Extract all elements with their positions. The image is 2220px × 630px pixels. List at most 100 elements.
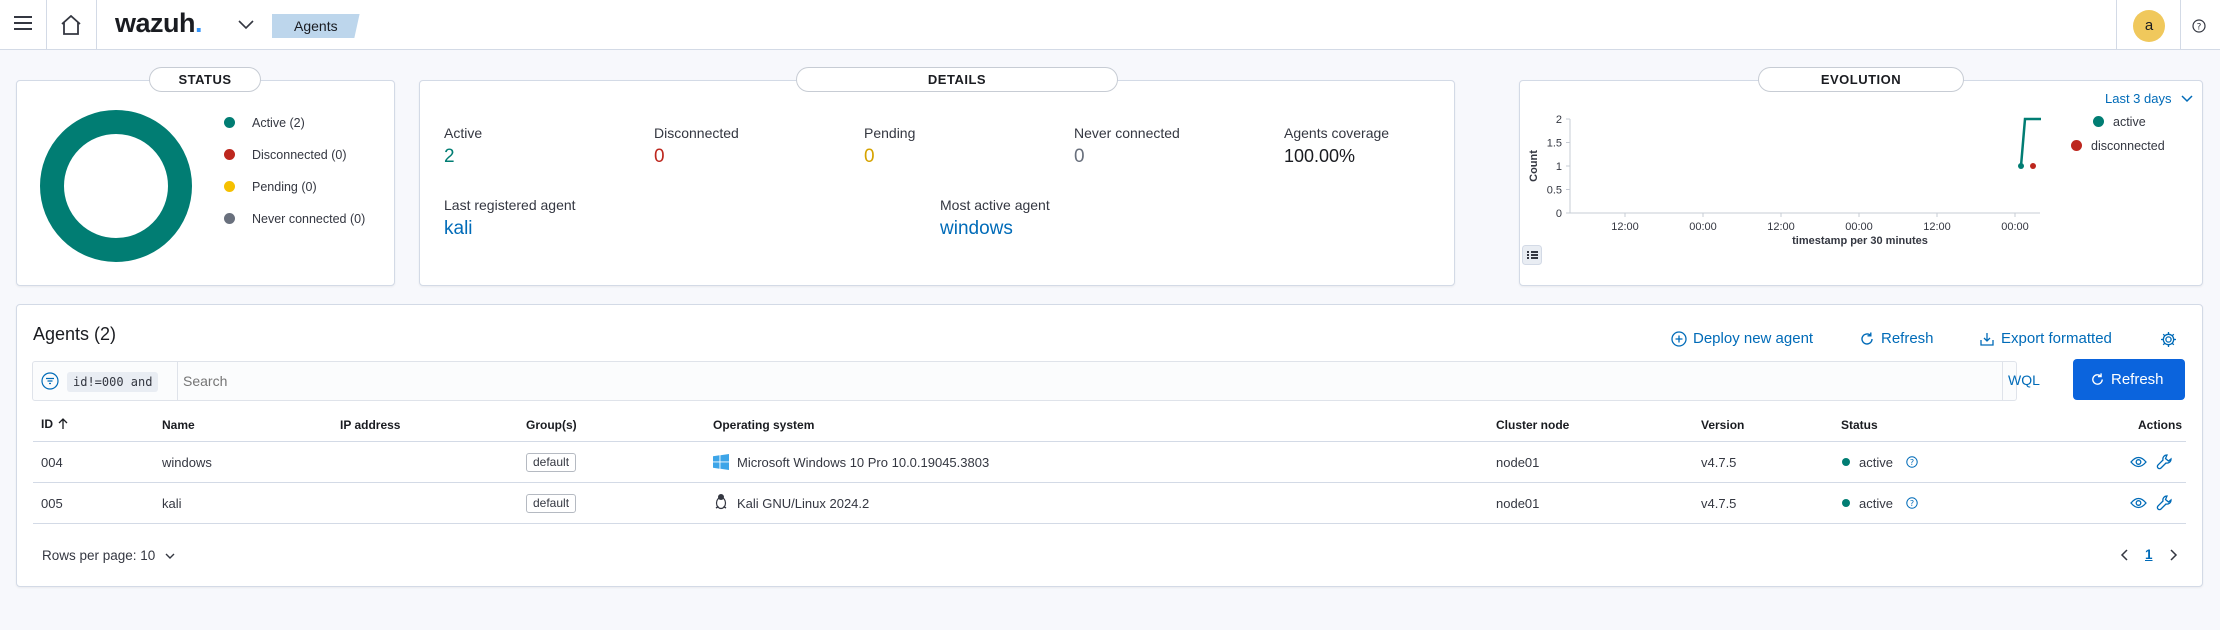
status-badge: active bbox=[1859, 455, 1893, 470]
cell-version: v4.7.5 bbox=[1701, 496, 1737, 511]
header-separator bbox=[2180, 0, 2181, 50]
legend-label: Never connected (0) bbox=[252, 212, 366, 226]
legend-label: disconnected bbox=[2091, 139, 2165, 153]
cell-id: 005 bbox=[41, 496, 63, 511]
page-number-current[interactable]: 1 bbox=[2145, 547, 2153, 562]
column-header-version[interactable]: Version bbox=[1701, 418, 1744, 432]
configuration-wrench-icon[interactable] bbox=[2156, 453, 2173, 470]
breadcrumb-agents[interactable]: Agents bbox=[272, 14, 360, 38]
most-active-agent-link[interactable]: windows bbox=[940, 218, 1013, 240]
x-tick-label: 00:00 bbox=[2001, 221, 2029, 233]
data-point-disconnected bbox=[2030, 163, 2036, 169]
home-icon[interactable] bbox=[60, 15, 82, 35]
legend-item-disconnected[interactable]: disconnected bbox=[2071, 136, 2165, 156]
rows-per-page-selector[interactable]: Rows per page: 10 bbox=[42, 548, 175, 563]
column-header-status[interactable]: Status bbox=[1841, 418, 1878, 432]
deploy-new-agent-label: Deploy new agent bbox=[1693, 330, 1814, 347]
svg-text:?: ? bbox=[2197, 23, 2202, 33]
app-switcher-chevron-icon[interactable] bbox=[238, 20, 254, 30]
legend-label: Pending (0) bbox=[252, 180, 317, 194]
header-separator bbox=[46, 0, 47, 50]
x-axis-label: timestamp per 30 minutes bbox=[1792, 235, 1928, 247]
wql-separator bbox=[2002, 362, 2003, 400]
last-registered-agent-label: Last registered agent bbox=[444, 197, 576, 213]
column-header-name[interactable]: Name bbox=[162, 418, 195, 432]
wazuh-logo[interactable]: wazuh. bbox=[115, 8, 203, 39]
cell-cluster-node: node01 bbox=[1496, 496, 1540, 511]
legend-item-active[interactable]: Active (2) bbox=[224, 113, 365, 133]
deploy-new-agent-button[interactable]: Deploy new agent bbox=[1671, 330, 1813, 347]
column-header-ip-address[interactable]: IP address bbox=[340, 418, 400, 432]
plus-circle-icon bbox=[1671, 331, 1687, 347]
column-header-actions: Actions bbox=[2138, 418, 2183, 432]
legend-dot bbox=[224, 148, 235, 160]
next-page-icon[interactable] bbox=[2170, 549, 2178, 561]
status-help-icon[interactable]: ? bbox=[1906, 456, 1918, 468]
search-query-prefix: id!=000 and bbox=[67, 372, 159, 392]
refresh-link-button[interactable]: Refresh bbox=[1859, 330, 1934, 347]
chevron-down-icon bbox=[2181, 95, 2193, 103]
x-tick-label: 12:00 bbox=[1767, 221, 1795, 233]
wql-button[interactable]: WQL bbox=[2008, 372, 2040, 388]
column-header-groups[interactable]: Group(s) bbox=[526, 418, 577, 432]
y-tick-label: 1.5 bbox=[1547, 138, 1562, 150]
previous-page-icon[interactable] bbox=[2120, 549, 2128, 561]
help-icon[interactable]: ? bbox=[2192, 19, 2206, 33]
view-eye-icon[interactable] bbox=[2130, 456, 2147, 468]
group-badge[interactable]: default bbox=[526, 453, 577, 472]
legend-item-pending[interactable]: Pending (0) bbox=[224, 177, 365, 197]
cell-version: v4.7.5 bbox=[1701, 455, 1737, 470]
export-formatted-button[interactable]: Export formatted bbox=[1979, 330, 2112, 347]
evolution-legend: active disconnected bbox=[2071, 112, 2165, 156]
legend-item-active[interactable]: active bbox=[2071, 112, 2165, 132]
refresh-button-label: Refresh bbox=[2111, 371, 2164, 388]
cell-name: windows bbox=[162, 455, 212, 470]
table-settings-gear-icon[interactable] bbox=[2160, 331, 2177, 348]
inspect-icon[interactable] bbox=[1522, 245, 1542, 265]
metric-never-connected-value[interactable]: 0 bbox=[1074, 146, 1085, 168]
cell-cluster-node: node01 bbox=[1496, 455, 1540, 470]
legend-label: active bbox=[2113, 115, 2146, 129]
time-range-selector[interactable]: Last 3 days bbox=[2105, 90, 2193, 106]
search-bar: id!=000 and bbox=[32, 361, 2017, 401]
metric-disconnected-value[interactable]: 0 bbox=[654, 146, 665, 168]
svg-text:?: ? bbox=[1910, 499, 1914, 508]
user-avatar[interactable]: a bbox=[2133, 10, 2165, 42]
legend-label: Active (2) bbox=[252, 116, 305, 130]
agents-title: Agents (2) bbox=[33, 324, 117, 344]
x-tick-label: 12:00 bbox=[1611, 221, 1639, 233]
menu-icon[interactable] bbox=[14, 15, 32, 31]
x-tick-label: 00:00 bbox=[1689, 221, 1717, 233]
metric-pending-label: Pending bbox=[864, 125, 916, 141]
group-badge[interactable]: default bbox=[526, 494, 577, 513]
legend-dot bbox=[224, 212, 235, 224]
status-badge: active bbox=[1859, 496, 1893, 511]
legend-item-disconnected[interactable]: Disconnected (0) bbox=[224, 145, 365, 165]
legend-label: Disconnected (0) bbox=[252, 148, 347, 162]
view-eye-icon[interactable] bbox=[2130, 497, 2147, 509]
legend-item-never-connected[interactable]: Never connected (0) bbox=[224, 209, 365, 229]
y-axis-label: Count bbox=[1528, 150, 1540, 182]
metric-never-connected-label: Never connected bbox=[1074, 125, 1180, 141]
svg-text:?: ? bbox=[1910, 458, 1914, 467]
search-input[interactable] bbox=[183, 368, 2003, 394]
cell-operating-system: Microsoft Windows 10 Pro 10.0.19045.3803 bbox=[737, 455, 990, 470]
status-help-icon[interactable]: ? bbox=[1906, 497, 1918, 509]
metric-coverage-value: 100.00% bbox=[1284, 146, 1356, 166]
filter-icon[interactable] bbox=[41, 372, 59, 390]
configuration-wrench-icon[interactable] bbox=[2156, 494, 2173, 511]
column-header-cluster-node[interactable]: Cluster node bbox=[1496, 418, 1569, 432]
refresh-button[interactable]: Refresh bbox=[2073, 359, 2185, 400]
column-header-id[interactable]: ID bbox=[41, 417, 68, 431]
export-formatted-label: Export formatted bbox=[2001, 330, 2112, 347]
metric-active-value[interactable]: 2 bbox=[444, 146, 455, 168]
last-registered-agent-link[interactable]: kali bbox=[444, 218, 473, 240]
metric-pending-value[interactable]: 0 bbox=[864, 146, 875, 168]
metric-coverage-label: Agents coverage bbox=[1284, 125, 1390, 141]
chevron-down-icon bbox=[165, 553, 175, 559]
column-header-os[interactable]: Operating system bbox=[713, 418, 814, 432]
legend-dot bbox=[224, 180, 235, 192]
refresh-icon bbox=[2092, 373, 2103, 385]
y-tick-label: 1 bbox=[1556, 161, 1562, 173]
y-tick-label: 0 bbox=[1556, 208, 1562, 220]
